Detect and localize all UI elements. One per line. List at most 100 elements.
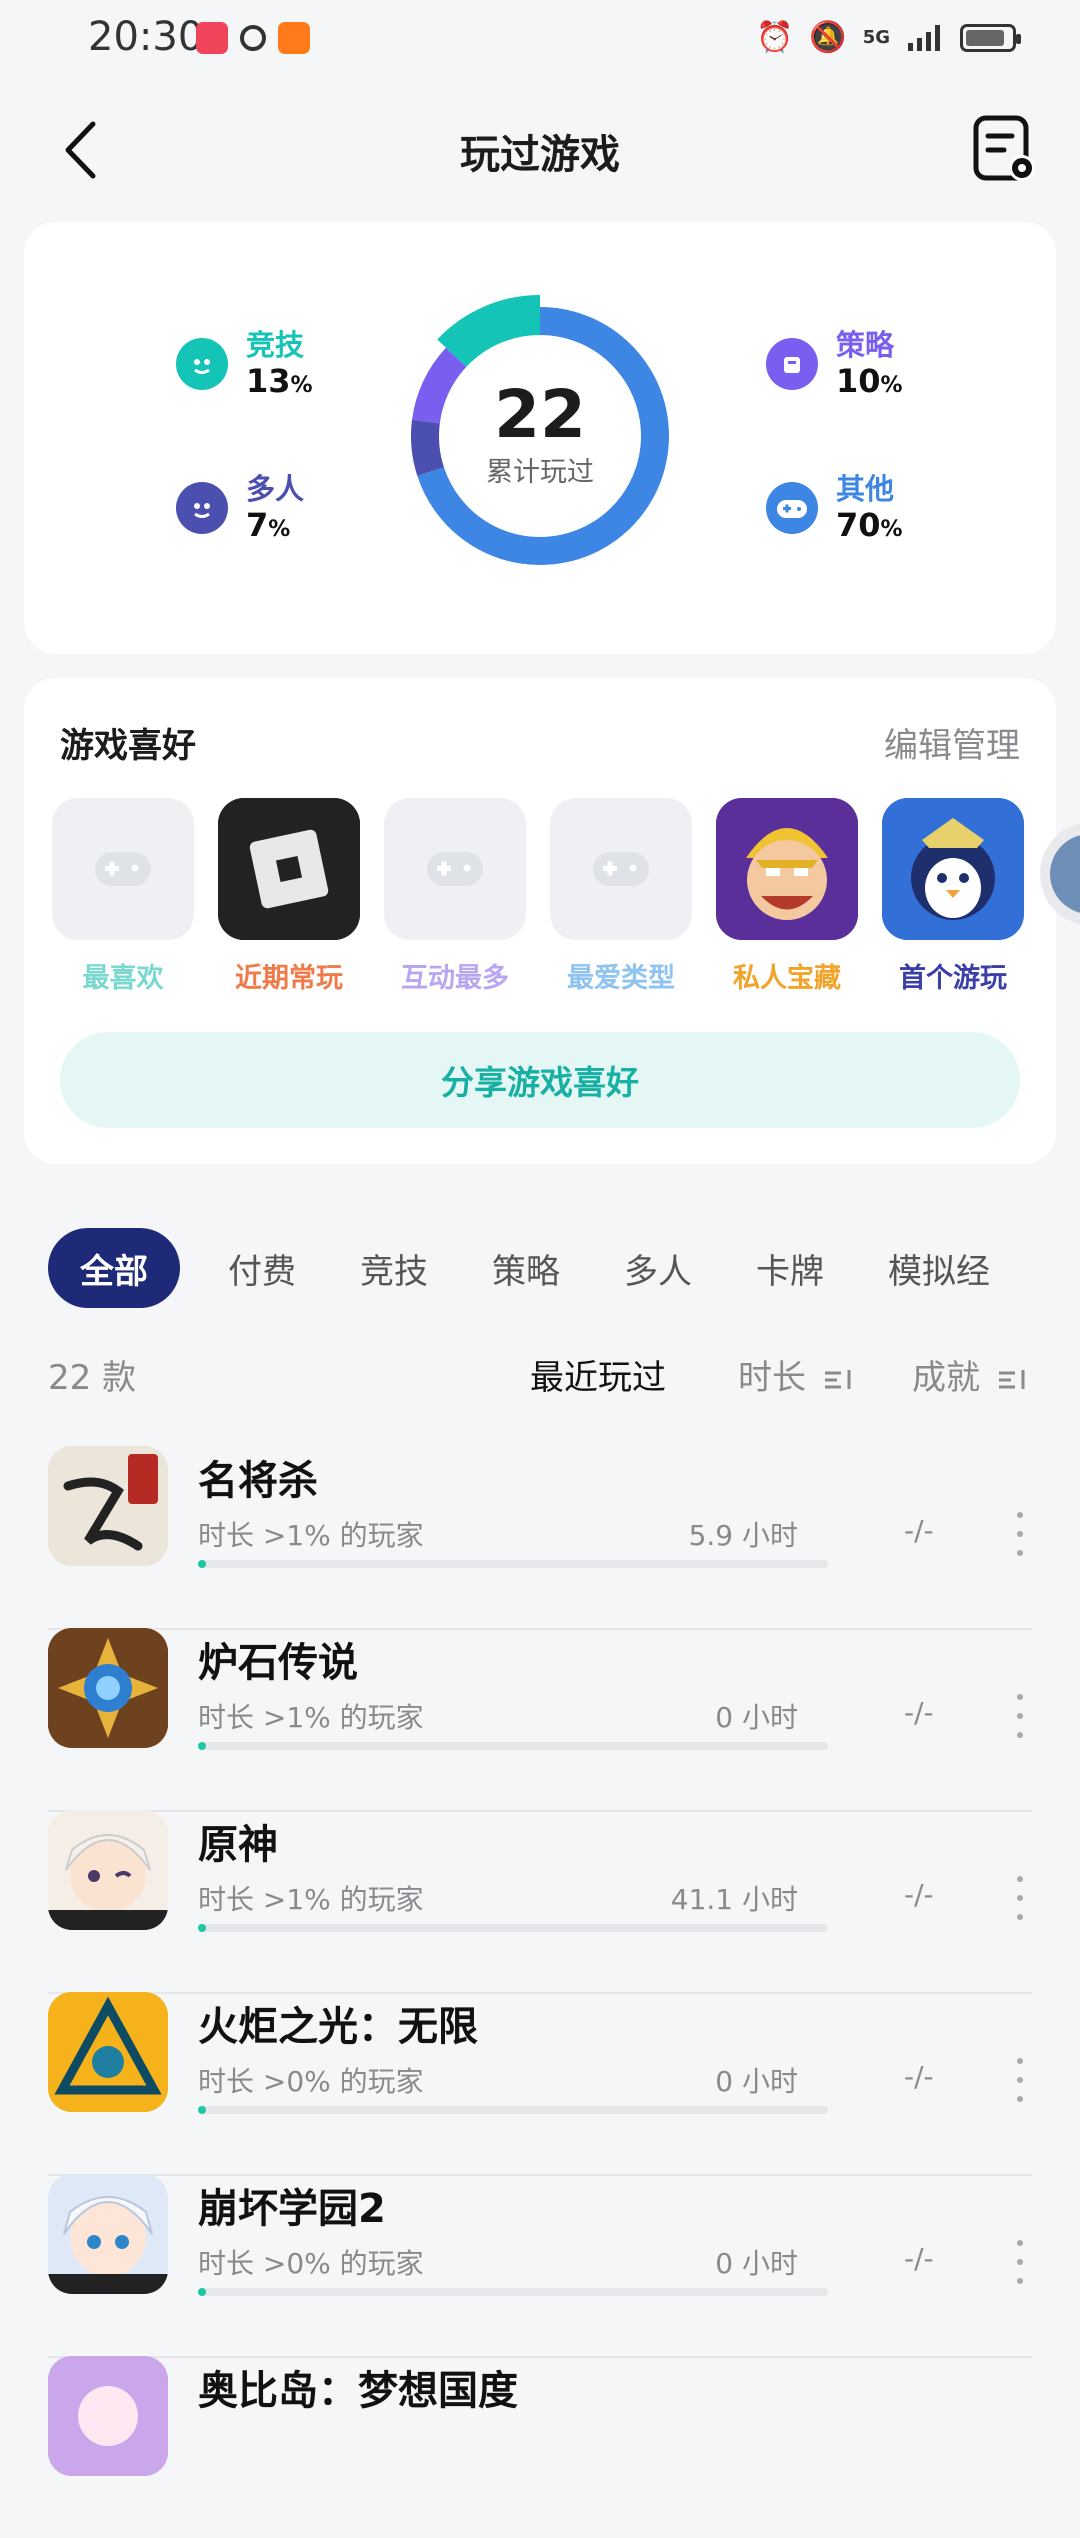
game-achievements: -/-: [904, 2060, 934, 2093]
sync-icon: [240, 25, 266, 51]
tab-strategy[interactable]: 策略: [460, 1228, 592, 1308]
tab-multiplayer[interactable]: 多人: [592, 1228, 724, 1308]
gamepad-placeholder-icon: [550, 798, 692, 940]
pref-label: 近期常玩: [235, 963, 343, 994]
share-preferences-button[interactable]: 分享游戏喜好: [60, 1032, 1020, 1128]
game-row[interactable]: 崩坏学园2 时长 >0% 的玩家 0 小时 -/-: [48, 2174, 1032, 2358]
status-time: 20:30: [88, 14, 204, 60]
game-subtitle: 时长 >0% 的玩家: [198, 2065, 424, 2098]
network-label: 5G: [862, 27, 890, 48]
game-hours: 41.1 小时: [670, 1883, 798, 1916]
sort-achievement-button[interactable]: 成就: [912, 1350, 1027, 1399]
game-name: 名将杀: [198, 1458, 318, 1504]
more-options-icon[interactable]: [1014, 1512, 1026, 1556]
category-percent: 7%: [246, 506, 291, 544]
pref-favorite[interactable]: [52, 798, 194, 940]
alarm-icon: ⏰: [755, 20, 794, 55]
page-title: 玩过游戏: [460, 132, 620, 178]
hearthstone-icon: [48, 1628, 168, 1748]
playtime-bar: [198, 1924, 828, 1932]
gamepad-icon: [766, 482, 818, 534]
category-tabs: 全部 付费 竞技 策略 多人 卡牌 模拟经: [48, 1228, 1022, 1308]
game-subtitle: 时长 >0% 的玩家: [198, 2247, 424, 2280]
tab-competitive[interactable]: 竞技: [328, 1228, 460, 1308]
notification-icons: [196, 22, 310, 54]
game-name: 原神: [198, 1822, 278, 1868]
genshin-icon: [48, 1810, 168, 1930]
more-options-icon[interactable]: [1014, 1694, 1026, 1738]
playtime-bar: [198, 2106, 828, 2114]
more-options-icon[interactable]: [1014, 2058, 1026, 2102]
category-name: 竞技: [246, 328, 305, 362]
game-row[interactable]: 名将杀 时长 >1% 的玩家 5.9 小时 -/-: [48, 1446, 1032, 1630]
game-achievements: -/-: [904, 1514, 934, 1547]
total-played-count: 22: [494, 376, 586, 453]
game-subtitle: 时长 >1% 的玩家: [198, 1519, 424, 1552]
sort-recent-button[interactable]: 最近玩过: [530, 1350, 666, 1399]
pref-favorite-type[interactable]: [550, 798, 692, 940]
game-hours: 5.9 小时: [688, 1519, 798, 1552]
list-settings-button[interactable]: [972, 114, 1038, 186]
multiplayer-icon: [176, 482, 228, 534]
aobi-island-icon: [48, 2356, 168, 2476]
pref-label: 最爱类型: [567, 963, 675, 994]
tab-simulation[interactable]: 模拟经: [856, 1228, 1022, 1308]
list-settings-icon: [973, 115, 1035, 181]
game-row[interactable]: 炉石传说 时长 >1% 的玩家 0 小时 -/-: [48, 1628, 1032, 1812]
preferences-title: 游戏喜好: [60, 726, 196, 766]
tab-card[interactable]: 卡牌: [724, 1228, 856, 1308]
game-hours: 0 小时: [715, 2247, 798, 2280]
category-name: 策略: [836, 328, 895, 362]
torchlight-icon: [48, 1992, 168, 2112]
sort-icon: [824, 1369, 851, 1389]
tab-paid[interactable]: 付费: [196, 1228, 328, 1308]
honkai-gakuen-icon: [48, 2174, 168, 2294]
pref-recent[interactable]: [218, 798, 360, 940]
clash-of-clans-icon: [716, 798, 858, 940]
pref-interaction[interactable]: [384, 798, 526, 940]
mingjiangsha-icon: [48, 1446, 168, 1566]
mute-icon: 🔕: [809, 20, 847, 55]
donut-segment-竞技: [437, 295, 541, 368]
status-right: ⏰ 🔕 5G: [755, 20, 1021, 55]
pref-label: 最喜欢: [82, 963, 164, 994]
game-hours: 0 小时: [715, 2065, 798, 2098]
penguin-game-icon: [882, 798, 1024, 940]
playtime-bar: [198, 2288, 828, 2296]
total-played-label: 累计玩过: [486, 457, 594, 488]
battery-icon: [960, 23, 1021, 52]
more-options-icon[interactable]: [1014, 2240, 1026, 2284]
game-subtitle: 时长 >1% 的玩家: [198, 1883, 424, 1916]
game-row[interactable]: 原神 时长 >1% 的玩家 41.1 小时 -/-: [48, 1810, 1032, 1994]
pref-first-played[interactable]: [882, 798, 1024, 940]
game-name: 奥比岛：梦想国度: [198, 2368, 518, 2414]
tab-all[interactable]: 全部: [48, 1228, 180, 1308]
pref-label: 互动最多: [401, 963, 509, 994]
game-achievements: -/-: [904, 1696, 934, 1729]
game-row[interactable]: 奥比岛：梦想国度: [48, 2356, 1032, 2538]
pref-label: 首个游玩: [899, 963, 1007, 994]
game-achievements: -/-: [904, 2242, 934, 2275]
game-name: 炉石传说: [198, 1640, 358, 1686]
more-options-icon[interactable]: [1014, 1876, 1026, 1920]
game-row[interactable]: 火炬之光：无限 时长 >0% 的玩家 0 小时 -/-: [48, 1992, 1032, 2176]
edit-manage-link[interactable]: 编辑管理: [884, 718, 1020, 767]
sort-duration-button[interactable]: 时长: [738, 1350, 853, 1399]
roblox-game-icon: [218, 798, 360, 940]
category-percent: 70%: [836, 506, 903, 544]
playtime-bar: [198, 1560, 828, 1568]
game-achievements: -/-: [904, 1878, 934, 1911]
pref-private-treasure[interactable]: [716, 798, 858, 940]
pref-label: 私人宝藏: [733, 963, 841, 994]
game-name: 崩坏学园2: [198, 2186, 386, 2232]
gamepad-placeholder-icon: [52, 798, 194, 940]
sort-icon: [998, 1369, 1025, 1389]
app-notification-icon: [196, 22, 228, 54]
playtime-bar: [198, 1742, 828, 1750]
signal-icon: [908, 24, 940, 51]
game-name: 火炬之光：无限: [198, 2004, 478, 2050]
game-hours: 0 小时: [715, 1701, 798, 1734]
taobao-icon: [278, 22, 310, 54]
game-subtitle: 时长 >1% 的玩家: [198, 1701, 424, 1734]
game-count: 22 款: [48, 1358, 137, 1398]
